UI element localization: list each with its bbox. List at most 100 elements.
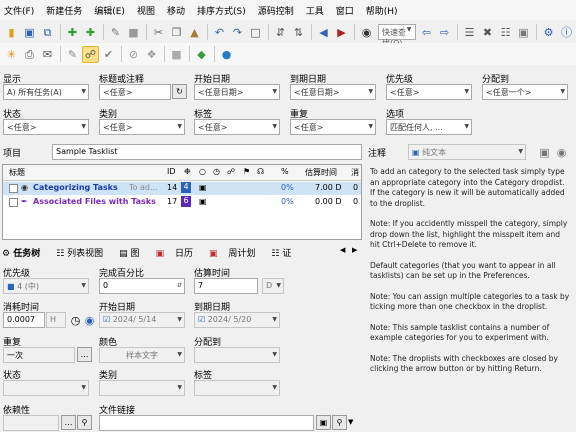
save-all-icon[interactable]: ⧉ (39, 24, 56, 41)
print-icon[interactable]: ⎙ (21, 46, 38, 63)
find-next-icon[interactable]: ⇨ (436, 24, 453, 41)
depends-input[interactable] (3, 415, 59, 431)
tag-icon[interactable]: ◆ (193, 46, 210, 63)
quick-find-input[interactable]: 快速查找(Q)▼ (378, 24, 416, 48)
new-subtask-icon[interactable]: ✚ (82, 24, 99, 41)
filter-allocated-select[interactable]: <任意一个> ▼ (482, 84, 568, 100)
color-select[interactable]: 样本文字 ▼ (99, 347, 185, 363)
estimate-unit-select[interactable]: D ▼ (262, 278, 284, 294)
notes-save-icon[interactable]: ▣ (536, 144, 553, 161)
percent-done-input[interactable]: 0 ⇵ (99, 278, 185, 294)
paste-icon[interactable]: ▲ (186, 24, 203, 41)
col-estimate[interactable]: 估算时间 (305, 167, 337, 178)
filter-tag-select[interactable]: <任意> ▼ (194, 119, 280, 135)
task-priority[interactable]: 4 (181, 182, 191, 193)
allocated-to-select[interactable]: ▼ (194, 347, 280, 363)
columns-icon[interactable]: ☰ (461, 24, 478, 41)
col-extra[interactable]: 消 (351, 167, 359, 178)
menu-sort[interactable]: 排序方式(S) (197, 4, 246, 17)
tag-select[interactable]: ▼ (194, 380, 280, 396)
close-icon[interactable]: ✖ (479, 24, 496, 41)
menu-view[interactable]: 视图 (137, 4, 155, 17)
tab-calendar[interactable]: ▣ 日历 (156, 246, 201, 259)
task-checkbox[interactable] (9, 184, 18, 193)
new-task-icon[interactable]: ✚ (64, 24, 81, 41)
menu-file[interactable]: 文件(F) (4, 4, 34, 17)
arrow-right-icon[interactable]: ▶ (333, 24, 350, 41)
filter-title-input[interactable]: <任意> (99, 84, 171, 100)
globe-icon[interactable]: ● (218, 46, 235, 63)
maximize-icon[interactable]: □ (247, 24, 264, 41)
filter-options-select[interactable]: 匹配任何人, ... ▼ (386, 119, 472, 135)
col-percent[interactable]: % (281, 167, 289, 176)
block-icon[interactable]: ■ (168, 46, 185, 63)
notes-editor[interactable]: To add an category to the selected task … (366, 163, 574, 429)
filter-due-date-select[interactable]: <任意日期> ▼ (290, 84, 376, 100)
mail-icon[interactable]: ✉ (39, 46, 56, 63)
col-link-icon[interactable]: ☍ (227, 167, 235, 176)
menu-source-control[interactable]: 源码控制 (258, 4, 294, 17)
lock-icon[interactable]: ▣ (515, 24, 532, 41)
tabs-scroll-left-icon[interactable]: ◀ (340, 246, 345, 254)
arrow-left-icon[interactable]: ◀ (315, 24, 332, 41)
undo-icon[interactable]: ↶ (211, 24, 228, 41)
settings-icon[interactable]: ⚙ (540, 24, 557, 41)
recurrence-input[interactable]: 一次 (3, 347, 75, 363)
table-row[interactable]: ◉ Categorizing Tasks To ad... 14 4 ▣ 0% … (3, 182, 361, 195)
chevron-down-icon[interactable]: ▼ (403, 26, 414, 38)
menu-help[interactable]: 帮助(H) (366, 4, 398, 17)
recurrence-more-button[interactable]: … (77, 347, 92, 362)
star-icon[interactable]: ✳ (3, 46, 20, 63)
notes-format-select[interactable]: ▣ 纯文本 ▼ (408, 144, 526, 160)
time-spent-input[interactable]: 0.0007 (3, 312, 45, 328)
find-prev-icon[interactable]: ⇦ (418, 24, 435, 41)
priority-select[interactable]: ■ 4 (中) ▼ (3, 278, 89, 294)
list-icon[interactable]: ☷ (497, 24, 514, 41)
col-clock-icon[interactable]: ◷ (213, 167, 220, 176)
depends-more-button[interactable]: … (61, 415, 76, 430)
tab-week-planner[interactable]: ▣ 周计划 (209, 246, 263, 259)
col-title[interactable]: 标题 (9, 167, 25, 178)
edit-icon[interactable]: ✎ (107, 24, 124, 41)
project-name-input[interactable]: Sample Tasklist (52, 144, 362, 160)
col-bell-icon[interactable]: ☊ (257, 167, 264, 176)
cancel-icon[interactable]: ⊘ (125, 46, 142, 63)
save-icon[interactable]: ▣ (21, 24, 38, 41)
status-select[interactable]: ▼ (3, 380, 89, 396)
menu-new-task[interactable]: 新建任务 (46, 4, 82, 17)
table-row[interactable]: ✒ Associated Files with Tasks 17 6 ▣ 0% … (3, 196, 361, 209)
menu-tools[interactable]: 工具 (306, 4, 324, 17)
refresh-icon[interactable]: ↻ (172, 84, 187, 99)
tabs-scroll-right-icon[interactable]: ▶ (352, 246, 357, 254)
col-priority-icon[interactable]: ❉ (184, 167, 191, 176)
menu-move[interactable]: 移动 (167, 4, 185, 17)
file-link-input[interactable] (99, 415, 314, 431)
col-id[interactable]: ID (167, 167, 176, 176)
filter-show-select[interactable]: A) 所有任务(A) ▼ (3, 84, 89, 100)
menu-window[interactable]: 窗口 (336, 4, 354, 17)
task-title[interactable]: Categorizing Tasks (33, 183, 118, 192)
tab-extra[interactable]: ☷ 证 (271, 246, 299, 259)
help-icon[interactable]: ⓘ (558, 24, 575, 41)
menu-edit[interactable]: 编辑(E) (94, 4, 125, 17)
delete-icon[interactable]: ■ (125, 24, 142, 41)
open-folder-icon[interactable]: ▮ (3, 24, 20, 41)
col-lock-icon[interactable]: ○ (199, 167, 206, 176)
filter-start-date-select[interactable]: <任意日期> ▼ (194, 84, 280, 100)
cut-icon[interactable]: ✂ (150, 24, 167, 41)
start-date-picker[interactable]: ☑ 2024/ 5/14 ▼ (99, 312, 185, 328)
copy-icon[interactable]: ❐ (168, 24, 185, 41)
category-select[interactable]: ▼ (99, 380, 185, 396)
time-spent-unit-select[interactable]: H (46, 312, 66, 328)
link-icon[interactable]: ☍ (82, 45, 99, 63)
redo-icon[interactable]: ↷ (229, 24, 246, 41)
tab-task-tree[interactable]: ⚙ 任务树 (2, 246, 48, 259)
file-browse-icon[interactable]: ▣ (316, 415, 331, 430)
file-search-icon[interactable]: ⚲ (332, 415, 347, 430)
brush-icon[interactable]: ✎ (64, 46, 81, 63)
estimate-input[interactable]: 7 (194, 278, 258, 294)
task-priority[interactable]: 6 (181, 196, 191, 207)
tool-icon[interactable]: ✔ (100, 46, 117, 63)
filter-category-select[interactable]: <任意> ▼ (99, 119, 185, 135)
due-date-picker[interactable]: ☑ 2024/ 5/20 ▼ (194, 312, 280, 328)
